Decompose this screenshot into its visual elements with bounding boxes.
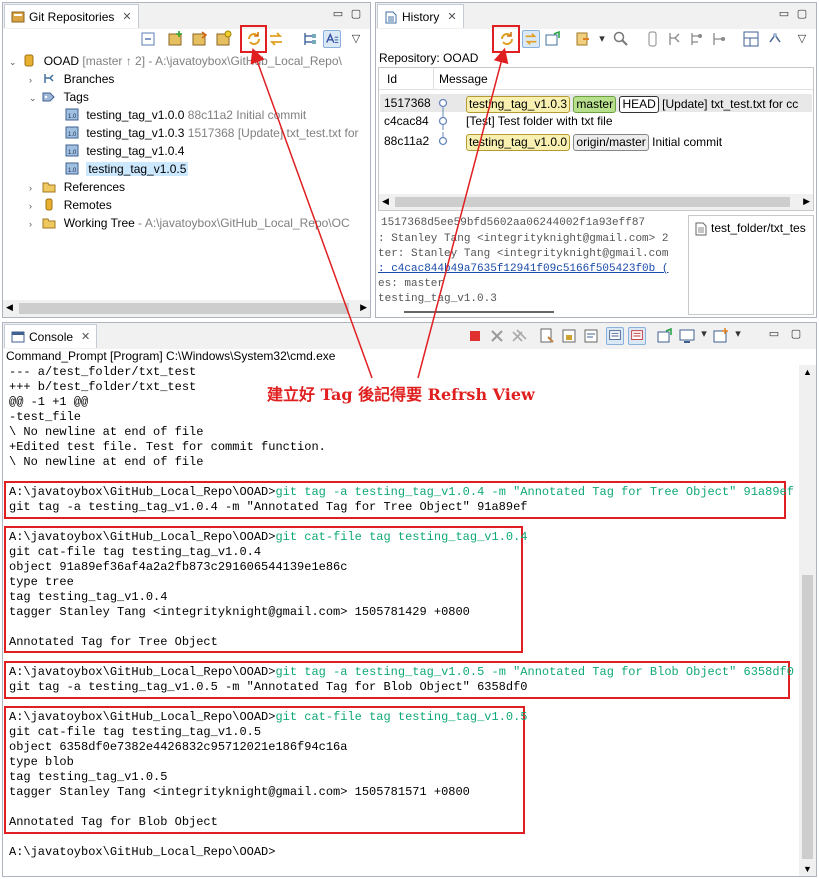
arrow-to-history-refresh <box>417 47 509 379</box>
annotation-text: 建立好 Tag 後記得要 Refrsh View <box>265 381 537 405</box>
annotation-arrows <box>250 47 509 379</box>
arrow-to-git-repos-refresh <box>250 47 373 379</box>
